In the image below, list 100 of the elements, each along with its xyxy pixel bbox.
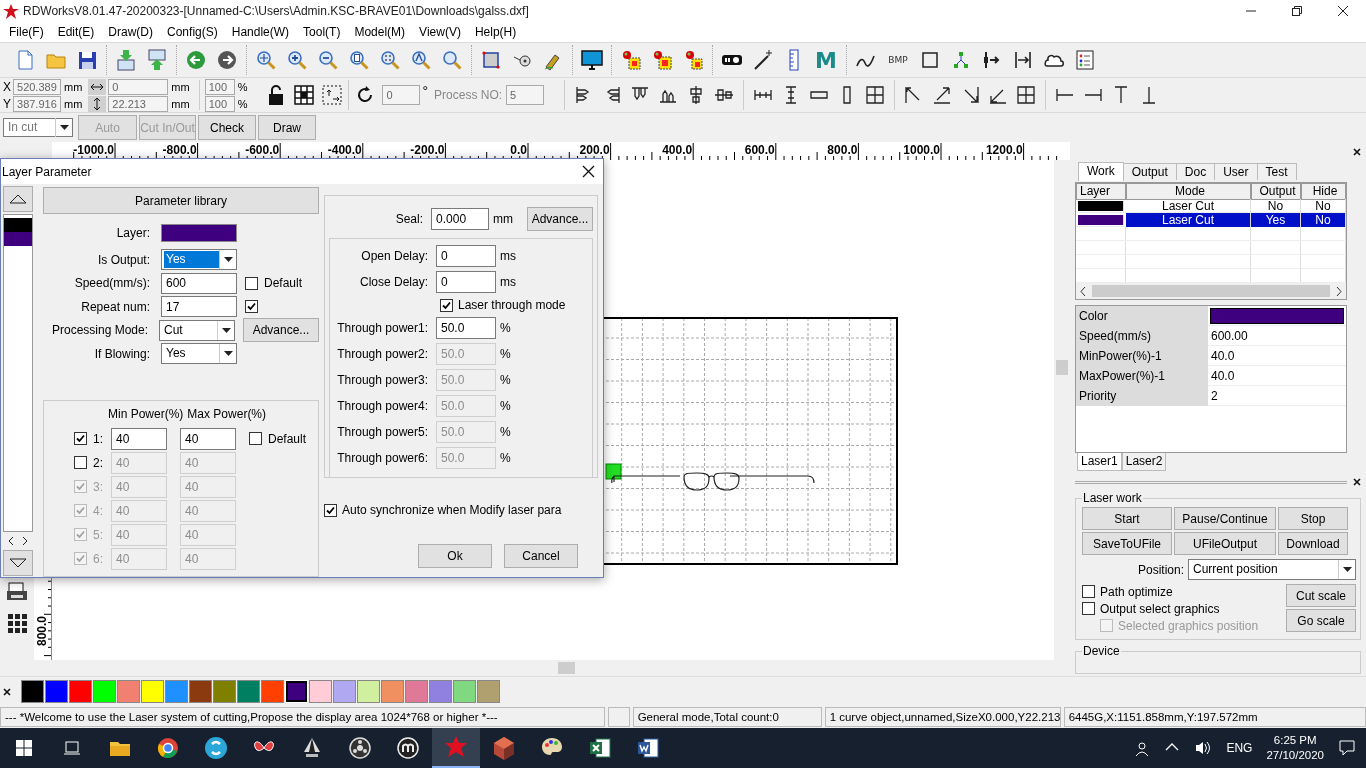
checklist-icon[interactable] xyxy=(1074,49,1096,71)
checkbox[interactable] xyxy=(245,276,258,290)
action-button[interactable]: SaveToUFile xyxy=(1082,532,1172,555)
scroll-up-button[interactable] xyxy=(3,186,33,212)
action-button[interactable]: Go scale xyxy=(1286,609,1356,632)
close-icon[interactable] xyxy=(582,165,595,178)
angle-field[interactable]: 0 xyxy=(382,85,421,105)
ring-app-icon[interactable] xyxy=(347,735,373,761)
dialog-button[interactable]: Ok xyxy=(418,544,492,568)
dots-square-icon[interactable] xyxy=(651,49,673,71)
dots-square-icon[interactable] xyxy=(620,49,642,71)
column-header[interactable]: Hide xyxy=(1301,183,1346,200)
number-field[interactable]: 387.916 xyxy=(13,95,61,112)
action-button[interactable]: Stop xyxy=(1278,507,1348,530)
color-swatch[interactable] xyxy=(93,680,116,703)
notification-icon[interactable] xyxy=(1338,739,1356,757)
color-swatch[interactable] xyxy=(357,680,380,703)
checkbox[interactable] xyxy=(440,298,453,312)
color-swatch[interactable] xyxy=(477,680,500,703)
close-icon[interactable] xyxy=(1353,148,1361,156)
spreadsheet-icon[interactable] xyxy=(587,735,613,761)
color-swatch[interactable] xyxy=(405,680,428,703)
text-field[interactable]: 17 xyxy=(161,296,237,318)
power-field[interactable]: 40 xyxy=(111,427,167,450)
menu-item[interactable]: Edit(E) xyxy=(50,25,102,39)
action-button[interactable]: Pause/Continue xyxy=(1174,507,1276,530)
action-button[interactable]: Download xyxy=(1278,532,1348,555)
advance-button[interactable]: Advance... xyxy=(243,318,319,343)
clock[interactable]: 6:25 PM 27/10/2020 xyxy=(1266,733,1324,763)
chevron-left-icon[interactable] xyxy=(8,536,14,546)
checkbox[interactable] xyxy=(245,300,258,314)
menu-item[interactable]: Handle(W) xyxy=(224,25,297,39)
menu-item[interactable]: Draw(D) xyxy=(101,25,161,39)
color-swatch[interactable] xyxy=(45,680,68,703)
dialog-button[interactable]: Cancel xyxy=(504,544,578,568)
tab[interactable]: Test xyxy=(1256,163,1297,180)
scrollbar[interactable] xyxy=(1076,283,1346,299)
speaker-icon[interactable] xyxy=(1194,739,1213,757)
printer-icon[interactable] xyxy=(6,580,28,602)
number-field[interactable]: 22.213 xyxy=(108,95,169,112)
square-outline-icon[interactable] xyxy=(919,49,941,71)
text-field[interactable]: 600 xyxy=(161,272,237,294)
menu-item[interactable]: Tool(T) xyxy=(296,25,348,39)
wand-icon[interactable] xyxy=(752,49,774,71)
language-indicator[interactable]: ENG xyxy=(1226,741,1253,755)
cube-icon[interactable] xyxy=(491,735,517,761)
color-swatch[interactable] xyxy=(333,680,356,703)
import-icon[interactable] xyxy=(115,49,137,71)
arrow-bar-icon[interactable] xyxy=(1012,49,1034,71)
mode-button[interactable]: M xyxy=(814,47,838,73)
color-swatch[interactable] xyxy=(69,680,92,703)
action-button[interactable]: UFileOutput xyxy=(1174,532,1276,555)
swirl-app-icon[interactable] xyxy=(203,735,229,761)
color-swatch[interactable] xyxy=(453,680,476,703)
text-field[interactable]: 0 xyxy=(436,245,496,267)
star-app-icon[interactable] xyxy=(443,734,469,760)
menu-item[interactable]: Model(M) xyxy=(347,25,413,39)
browser-icon[interactable] xyxy=(155,735,181,761)
column-header[interactable]: Output xyxy=(1251,183,1301,200)
menu-item[interactable]: Config(S) xyxy=(160,25,225,39)
checkbox[interactable] xyxy=(1082,585,1095,598)
bitmap-button[interactable]: BMP xyxy=(886,55,910,65)
height-arrow-button[interactable] xyxy=(88,95,107,112)
menu-item[interactable]: View(V) xyxy=(412,25,468,39)
color-swatch[interactable] xyxy=(381,680,404,703)
checkbox[interactable] xyxy=(1082,602,1095,615)
menu-item[interactable]: File(F) xyxy=(2,25,51,39)
tab[interactable]: Laser2 xyxy=(1121,453,1167,471)
toolbar-button[interactable]: Check xyxy=(198,115,256,140)
tab[interactable]: Output xyxy=(1122,163,1177,180)
dropdown[interactable]: Yes xyxy=(161,249,237,271)
number-field[interactable]: 0 xyxy=(108,78,169,95)
color-swatch[interactable] xyxy=(213,680,236,703)
layer-color[interactable] xyxy=(161,223,237,242)
people-icon[interactable] xyxy=(1134,740,1151,756)
checkbox[interactable] xyxy=(74,432,87,446)
tab[interactable]: Laser1 xyxy=(1077,453,1122,471)
grid-icon[interactable] xyxy=(293,84,316,106)
color-swatch[interactable] xyxy=(1210,308,1344,324)
chevron-right-icon[interactable] xyxy=(22,536,28,546)
column-header[interactable]: Mode xyxy=(1126,183,1251,200)
magnifier-move-icon[interactable] xyxy=(255,49,277,71)
layer-color[interactable] xyxy=(4,218,32,232)
chevron-right-icon[interactable] xyxy=(1336,286,1342,296)
library-button[interactable]: Parameter library xyxy=(43,187,319,215)
color-swatch[interactable] xyxy=(261,680,284,703)
text-field[interactable]: 0 xyxy=(436,271,496,293)
advance-button[interactable]: Advance... xyxy=(527,207,593,231)
zoom-out-icon[interactable] xyxy=(317,49,339,71)
text-field[interactable]: 50.0 xyxy=(436,317,496,339)
power-field[interactable]: 40 xyxy=(180,427,236,450)
same-size-icon[interactable] xyxy=(864,84,887,106)
color-swatch[interactable] xyxy=(21,680,44,703)
layer-row[interactable]: Laser Cut Yes No xyxy=(1076,213,1346,227)
toolbar-button[interactable]: Draw xyxy=(258,115,316,140)
tab[interactable]: Work xyxy=(1078,162,1124,181)
scroll-down-button[interactable] xyxy=(3,550,33,576)
column-header[interactable]: Layer xyxy=(1076,183,1126,200)
layer-color[interactable] xyxy=(4,232,32,246)
color-swatch[interactable] xyxy=(165,680,188,703)
